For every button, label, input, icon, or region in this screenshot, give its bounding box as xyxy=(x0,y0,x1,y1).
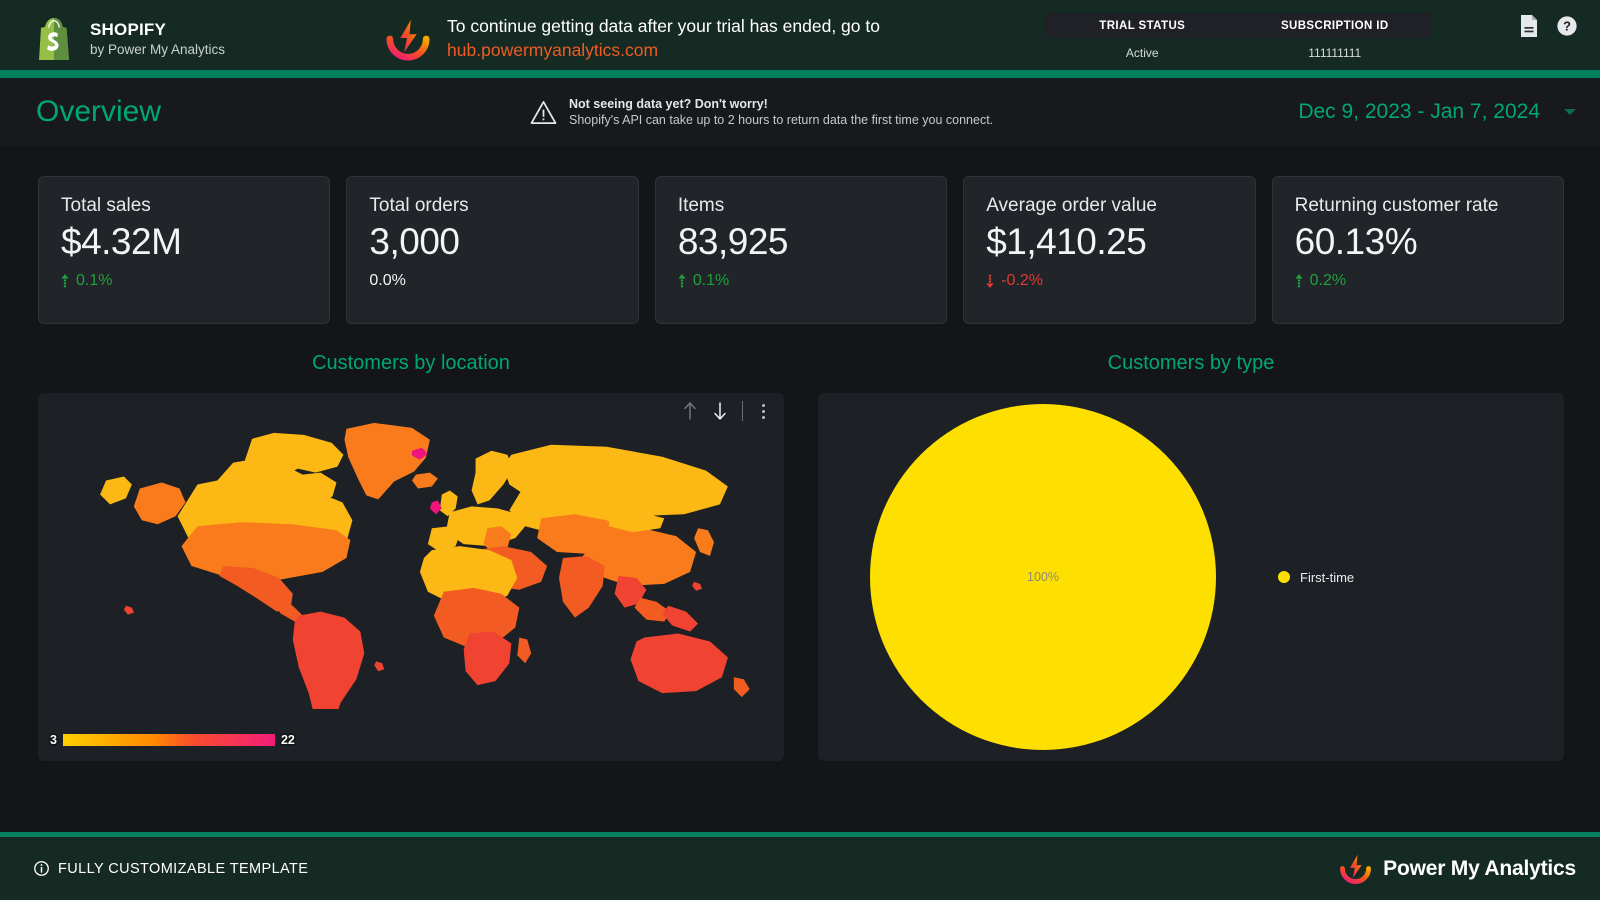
map-panel: 3 22 xyxy=(38,393,784,761)
arrow-up-icon[interactable] xyxy=(682,401,698,421)
data-delay-notice: Not seeing data yet? Don't worry! Shopif… xyxy=(530,97,993,127)
legend-min-value: 3 xyxy=(50,733,57,747)
trial-status-value: Active xyxy=(1125,46,1159,60)
warning-triangle-icon xyxy=(530,100,557,124)
kpi-delta-value: 0.1% xyxy=(692,272,730,289)
brand-block: SHOPIFY by Power My Analytics xyxy=(32,15,225,63)
legend-swatch-icon xyxy=(1278,571,1290,583)
legend-max-value: 22 xyxy=(280,733,295,747)
kpi-card-total-sales: Total sales $4.32M 0.1% xyxy=(38,176,331,324)
kpi-delta-value: -0.2% xyxy=(1001,272,1044,289)
world-map-svg xyxy=(100,422,750,709)
promo-link[interactable]: hub.powermyanalytics.com xyxy=(447,39,880,63)
kpi-delta: 0.1% xyxy=(678,272,924,290)
arrow-up-icon xyxy=(678,274,686,288)
date-range-selector[interactable]: Dec 9, 2023 - Jan 7, 2024 xyxy=(1298,100,1540,124)
shopify-bag-icon xyxy=(39,18,69,60)
kpi-delta: -0.2% xyxy=(986,272,1232,290)
document-icon[interactable] xyxy=(1518,14,1540,38)
kpi-label: Total sales xyxy=(61,195,151,216)
subscription-id-header: SUBSCRIPTION ID xyxy=(1280,19,1389,32)
kpi-card-items: Items 83,925 0.1% xyxy=(654,176,948,324)
arrow-down-icon[interactable] xyxy=(712,401,728,421)
brand-subtitle: by Power My Analytics xyxy=(90,42,226,58)
chevron-down-icon[interactable] xyxy=(1564,109,1576,115)
info-circle-icon xyxy=(34,861,49,876)
customers-by-location-widget: Customers by location 3 22 xyxy=(38,352,784,761)
power-my-analytics-logo-icon xyxy=(1340,854,1372,884)
kpi-label: Total orders xyxy=(369,195,469,216)
top-bar-icons: ? xyxy=(1518,14,1578,38)
pie-legend: First-time xyxy=(1278,570,1354,585)
arrow-down-icon xyxy=(986,274,994,288)
promo-block: To continue getting data after your tria… xyxy=(385,15,880,62)
page-subheader: Overview Not seeing data yet? Don't worr… xyxy=(0,78,1600,146)
power-my-analytics-logo-icon xyxy=(386,19,430,61)
chart-title-map: Customers by location xyxy=(312,352,510,374)
map-toolbar xyxy=(682,401,770,421)
pie-legend-label: First-time xyxy=(1300,569,1355,585)
status-headers: TRIAL STATUS SUBSCRIPTION ID xyxy=(1046,13,1431,38)
pie-slice-first-time[interactable]: 100% xyxy=(870,404,1216,750)
legend-gradient-bar xyxy=(62,734,275,746)
pie-panel: 100% First-time xyxy=(818,393,1564,761)
svg-text:?: ? xyxy=(1563,19,1571,34)
arrow-up-icon xyxy=(61,274,69,288)
kpi-label: Average order value xyxy=(986,195,1157,216)
pie-chart-area: 100% First-time xyxy=(818,393,1564,761)
footer-text: FULLY CUSTOMIZABLE TEMPLATE xyxy=(58,860,309,877)
kpi-delta-value: 0.2% xyxy=(1309,272,1347,289)
kpi-label: Returning customer rate xyxy=(1294,195,1499,216)
notice-body: Shopify's API can take up to 2 hours to … xyxy=(569,113,994,127)
kebab-menu-icon[interactable] xyxy=(757,402,770,421)
kpi-value: $4.32M xyxy=(61,221,182,262)
promo-text: To continue getting data after your tria… xyxy=(447,16,880,37)
pie-slice-label: 100% xyxy=(1027,570,1059,584)
kpi-value: 3,000 xyxy=(369,221,460,262)
trial-status-header: TRIAL STATUS xyxy=(1099,19,1186,32)
world-choropleth-map[interactable] xyxy=(38,411,784,709)
kpi-value: 60.13% xyxy=(1294,221,1418,262)
status-values: Active 111111111 xyxy=(1046,46,1431,60)
footer-left: FULLY CUSTOMIZABLE TEMPLATE xyxy=(34,861,308,877)
page-footer: FULLY CUSTOMIZABLE TEMPLATE Power My Ana… xyxy=(0,832,1600,900)
kpi-delta-value: 0.1% xyxy=(76,272,113,289)
map-color-legend: 3 22 xyxy=(50,733,295,747)
top-bar: SHOPIFY by Power My Analytics To continu… xyxy=(0,0,1600,78)
kpi-value: 83,925 xyxy=(677,221,789,262)
kpi-delta: 0.2% xyxy=(1295,272,1541,290)
charts-section: Customers by location 3 22 Customers by … xyxy=(0,324,1600,761)
customers-by-type-widget: Customers by type 100% First-time xyxy=(818,352,1564,761)
help-circle-icon[interactable]: ? xyxy=(1556,14,1578,38)
notice-title: Not seeing data yet? Don't worry! xyxy=(569,97,768,111)
toolbar-divider xyxy=(742,401,743,421)
trial-status-block: TRIAL STATUS SUBSCRIPTION ID Active 1111… xyxy=(1046,13,1431,60)
kpi-label: Items xyxy=(677,195,725,216)
arrow-up-icon xyxy=(1295,274,1303,288)
kpi-card-average-order-value: Average order value $1,410.25 -0.2% xyxy=(963,176,1256,324)
subscription-id-value: 111111111 xyxy=(1308,46,1362,60)
chart-title-pie: Customers by type xyxy=(1107,352,1275,374)
kpi-delta-value: 0.0% xyxy=(369,272,406,289)
footer-logo-text: Power My Analytics xyxy=(1383,856,1576,880)
kpi-value: $1,410.25 xyxy=(986,221,1147,262)
footer-logo: Power My Analytics xyxy=(1339,852,1576,885)
brand-title: SHOPIFY xyxy=(90,19,167,39)
kpi-delta: 0.1% xyxy=(61,272,307,290)
kpi-card-total-orders: Total orders 3,000 0.0% xyxy=(346,176,639,324)
kpi-card-row: Total sales $4.32M 0.1% Total orders 3,0… xyxy=(0,146,1600,324)
kpi-delta: 0.0% xyxy=(369,272,615,290)
kpi-card-returning-customer-rate: Returning customer rate 60.13% 0.2% xyxy=(1271,176,1565,324)
page-title: Overview xyxy=(36,95,162,128)
